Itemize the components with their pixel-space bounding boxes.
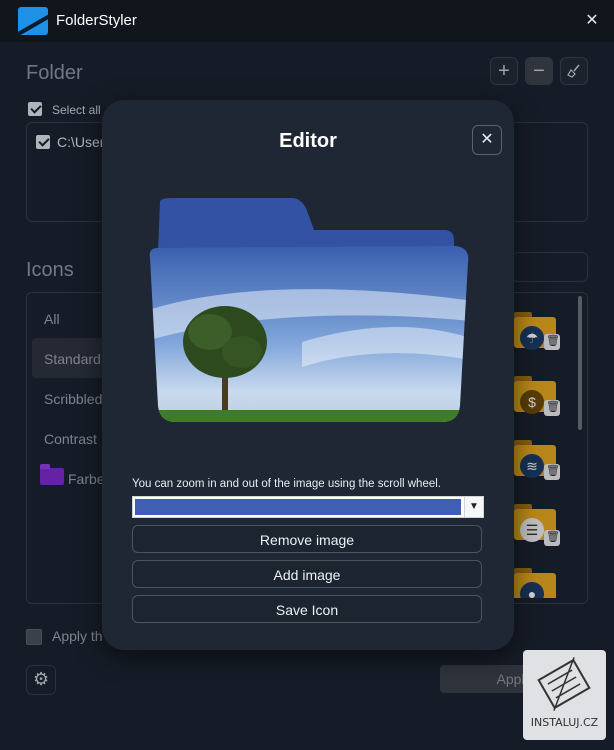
editor-title: Editor bbox=[279, 130, 337, 152]
editor-dialog: Editor ✕ You can zoom in and out of the … bbox=[102, 100, 514, 650]
chevron-down-icon[interactable]: ▼ bbox=[464, 497, 483, 517]
zoom-dropdown[interactable]: ▼ bbox=[132, 496, 484, 518]
zoom-hint: You can zoom in and out of the image usi… bbox=[132, 478, 441, 490]
watermark-logo: INSTALUJ.CZ bbox=[523, 650, 606, 740]
window-title: FolderStyler bbox=[56, 12, 137, 29]
window-close-button[interactable]: ✕ bbox=[578, 8, 606, 34]
watermark-mark bbox=[537, 657, 591, 711]
remove-image-button[interactable]: Remove image bbox=[132, 525, 482, 553]
folder-image-preview[interactable] bbox=[102, 192, 514, 452]
app-logo bbox=[18, 7, 48, 35]
close-icon: ✕ bbox=[585, 12, 599, 29]
editor-close-button[interactable]: ✕ bbox=[472, 125, 502, 155]
close-icon: ✕ bbox=[480, 131, 494, 148]
watermark-text: INSTALUJ.CZ bbox=[530, 716, 599, 729]
zoom-selected-value bbox=[135, 499, 461, 515]
add-image-button[interactable]: Add image bbox=[132, 560, 482, 588]
save-icon-button[interactable]: Save Icon bbox=[132, 595, 482, 623]
title-bar: FolderStyler ✕ bbox=[0, 0, 614, 42]
